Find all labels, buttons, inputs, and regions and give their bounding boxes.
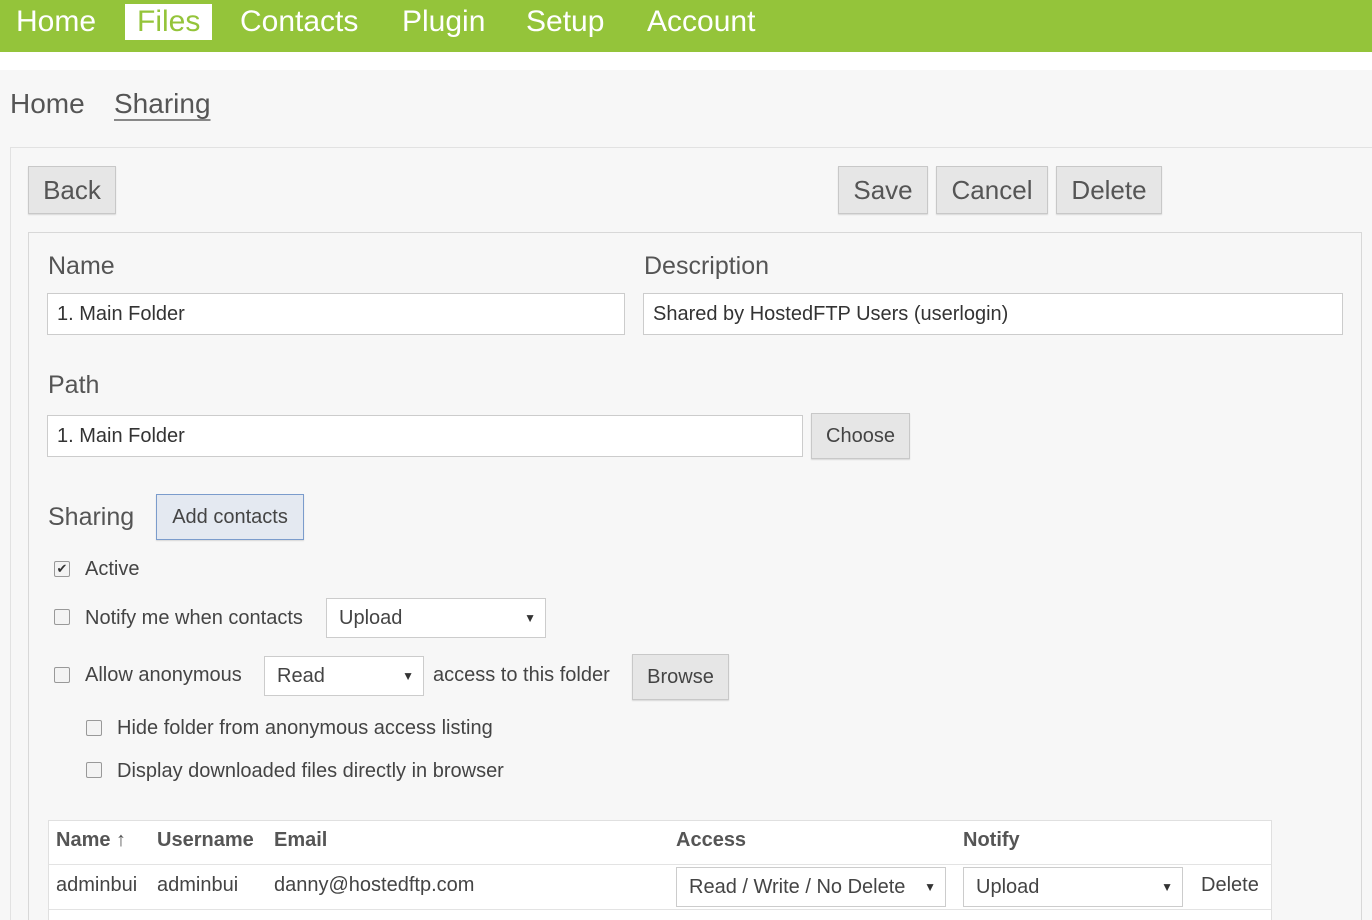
nav-account[interactable]: Account [635,3,767,41]
cell-email: danny@hostedftp.com [274,874,475,896]
row-delete-link[interactable]: Delete [1201,874,1259,897]
row-notify-select[interactable]: Upload ▼ [963,867,1183,907]
divider [49,909,1271,910]
notify-select[interactable]: Upload ▼ [326,598,546,638]
anonymous-checkbox[interactable] [54,667,70,683]
divider [49,864,1271,865]
cell-name: adminbui [56,874,138,896]
add-contacts-button[interactable]: Add contacts [156,494,304,540]
save-button[interactable]: Save [838,166,928,214]
column-header-email[interactable]: Email [274,829,327,852]
chevron-down-icon: ▼ [402,669,414,683]
column-header-name[interactable]: Name ↑ [56,829,126,852]
row-notify-value: Upload [976,876,1040,898]
anonymous-access-select[interactable]: Read ▼ [264,656,424,696]
anonymous-suffix: access to this folder [433,664,610,686]
path-label: Path [48,371,100,399]
choose-button[interactable]: Choose [811,413,910,459]
name-label: Name [48,252,115,280]
display-files-label: Display downloaded files directly in bro… [117,760,504,782]
chevron-down-icon: ▼ [524,611,536,625]
cell-username: adminbui [157,874,239,896]
nav-home[interactable]: Home [4,3,108,41]
nav-setup[interactable]: Setup [514,3,616,41]
path-field[interactable]: 1. Main Folder [47,415,803,457]
hide-folder-label: Hide folder from anonymous access listin… [117,717,493,739]
notify-checkbox[interactable] [54,609,70,625]
delete-button[interactable]: Delete [1056,166,1162,214]
column-header-notify[interactable]: Notify [963,829,1020,852]
notify-label: Notify me when contacts [85,607,303,629]
nav-spacer [0,52,1372,70]
hide-folder-checkbox[interactable] [86,720,102,736]
cancel-button[interactable]: Cancel [936,166,1048,214]
row-access-select[interactable]: Read / Write / No Delete ▼ [676,867,946,907]
chevron-down-icon: ▼ [924,880,936,894]
column-header-username[interactable]: Username [157,829,254,852]
column-header-access[interactable]: Access [676,829,746,852]
breadcrumb-home[interactable]: Home [10,88,85,120]
nav-contacts[interactable]: Contacts [228,3,370,41]
contacts-table: Name ↑ Username Email Access Notify admi… [48,820,1272,920]
anonymous-access-value: Read [277,665,325,687]
name-field[interactable]: 1. Main Folder [47,293,625,335]
nav-files[interactable]: Files [125,4,213,40]
row-access-value: Read / Write / No Delete [689,876,906,898]
sharing-form [28,232,1362,920]
top-nav: Home Files Contacts Plugin Setup Account [0,0,1372,52]
back-button[interactable]: Back [28,166,116,214]
active-label: Active [85,558,140,580]
display-files-checkbox[interactable] [86,762,102,778]
chevron-down-icon: ▼ [1161,880,1173,894]
description-field[interactable]: Shared by HostedFTP Users (userlogin) [643,293,1343,335]
notify-select-value: Upload [339,607,403,629]
description-label: Description [644,252,770,280]
active-checkbox[interactable]: ✔ [54,561,70,577]
breadcrumb-sharing[interactable]: Sharing [114,88,211,120]
nav-plugin[interactable]: Plugin [390,3,497,41]
anonymous-label: Allow anonymous [85,664,242,686]
sharing-label: Sharing [48,503,135,531]
browse-button[interactable]: Browse [632,654,729,700]
